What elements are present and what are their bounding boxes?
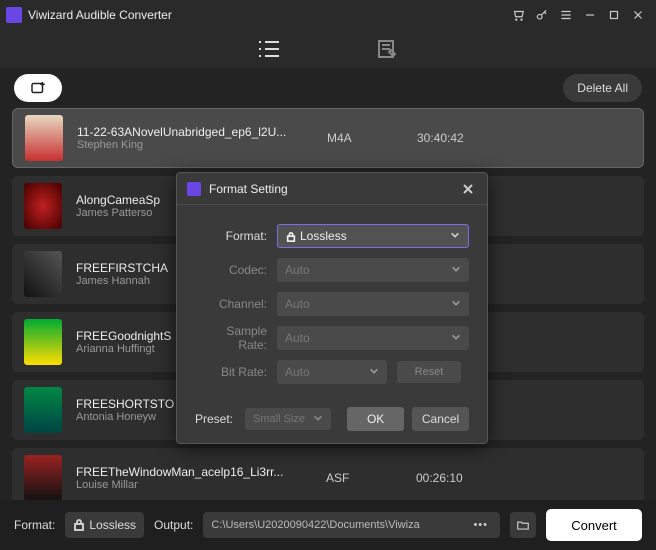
thumbnail-icon: [24, 319, 62, 365]
ellipsis-icon[interactable]: •••: [469, 519, 492, 531]
item-format: M4A: [327, 131, 417, 145]
footer: Format: Lossless Output: C:\Users\U20200…: [0, 500, 656, 550]
channel-value: Auto: [285, 297, 310, 311]
samplerate-select: Auto: [277, 326, 469, 350]
format-label: Format:: [195, 229, 277, 243]
delete-all-button[interactable]: Delete All: [563, 74, 642, 102]
mode-bar: [0, 30, 656, 68]
samplerate-value: Auto: [285, 331, 310, 345]
item-author: Louise Millar: [76, 479, 326, 491]
item-duration: 00:26:10: [416, 471, 506, 485]
output-path-field[interactable]: C:\Users\U2020090422\Documents\Viwiza ••…: [203, 512, 500, 538]
close-icon[interactable]: [626, 3, 650, 27]
lock-icon: [286, 231, 296, 241]
chevron-down-icon: [451, 263, 461, 277]
footer-output-label: Output:: [154, 518, 193, 532]
chevron-down-icon: [451, 297, 461, 311]
open-folder-button[interactable]: [510, 512, 536, 538]
key-icon[interactable]: [530, 3, 554, 27]
list-mode-icon[interactable]: [255, 38, 283, 60]
channel-select: Auto: [277, 292, 469, 316]
preset-label: Preset:: [195, 412, 233, 426]
format-select[interactable]: Lossless: [277, 224, 469, 248]
codec-label: Codec:: [195, 263, 277, 277]
footer-format-value: Lossless: [89, 518, 136, 532]
item-title: 11-22-63ANovelUnabridged_ep6_l2U...: [77, 125, 327, 139]
chevron-down-icon: [450, 229, 460, 243]
cancel-button[interactable]: Cancel: [412, 407, 469, 431]
maximize-icon[interactable]: [602, 3, 626, 27]
titlebar: Viwizard Audible Converter: [0, 0, 656, 30]
ok-button[interactable]: OK: [347, 407, 404, 431]
bitrate-select: Auto: [277, 360, 387, 384]
app-title: Viwizard Audible Converter: [28, 8, 506, 22]
reset-button[interactable]: Reset: [397, 361, 461, 383]
dialog-close-icon[interactable]: [459, 180, 477, 198]
dialog-title: Format Setting: [209, 182, 459, 196]
format-value: Lossless: [300, 229, 347, 243]
bitrate-label: Bit Rate:: [195, 365, 277, 379]
samplerate-label: Sample Rate:: [195, 324, 277, 352]
preset-select: Small Size: [245, 408, 331, 430]
dialog-logo-icon: [187, 182, 201, 196]
channel-label: Channel:: [195, 297, 277, 311]
output-path-text: C:\Users\U2020090422\Documents\Viwiza: [211, 519, 419, 531]
chevron-down-icon: [451, 331, 461, 345]
chevron-down-icon: [313, 413, 323, 426]
footer-format-select[interactable]: Lossless: [65, 512, 144, 538]
action-row: Delete All: [0, 68, 656, 108]
bitrate-value: Auto: [285, 365, 310, 379]
item-title: FREETheWindowMan_acelp16_Li3rr...: [76, 465, 326, 479]
dialog-header: Format Setting: [177, 173, 487, 205]
menu-icon[interactable]: [554, 3, 578, 27]
convert-button[interactable]: Convert: [546, 509, 642, 541]
thumbnail-icon: [24, 251, 62, 297]
thumbnail-icon: [24, 183, 62, 229]
thumbnail-icon: [25, 115, 63, 161]
list-item[interactable]: FREETheWindowMan_acelp16_Li3rr... Louise…: [12, 448, 644, 508]
cart-icon[interactable]: [506, 3, 530, 27]
item-format: ASF: [326, 471, 416, 485]
item-author: Stephen King: [77, 139, 327, 151]
chevron-down-icon: [369, 365, 379, 379]
list-item[interactable]: 11-22-63ANovelUnabridged_ep6_l2U... Step…: [12, 108, 644, 168]
format-setting-dialog: Format Setting Format: Lossless Codec: A…: [176, 172, 488, 444]
preset-value: Small Size: [253, 413, 305, 425]
app-logo-icon: [6, 7, 22, 23]
edit-mode-icon[interactable]: [373, 38, 401, 60]
add-button[interactable]: [14, 74, 62, 102]
codec-select: Auto: [277, 258, 469, 282]
item-duration: 30:40:42: [417, 131, 507, 145]
minimize-icon[interactable]: [578, 3, 602, 27]
thumbnail-icon: [24, 455, 62, 501]
thumbnail-icon: [24, 387, 62, 433]
footer-format-label: Format:: [14, 518, 55, 532]
codec-value: Auto: [285, 263, 310, 277]
